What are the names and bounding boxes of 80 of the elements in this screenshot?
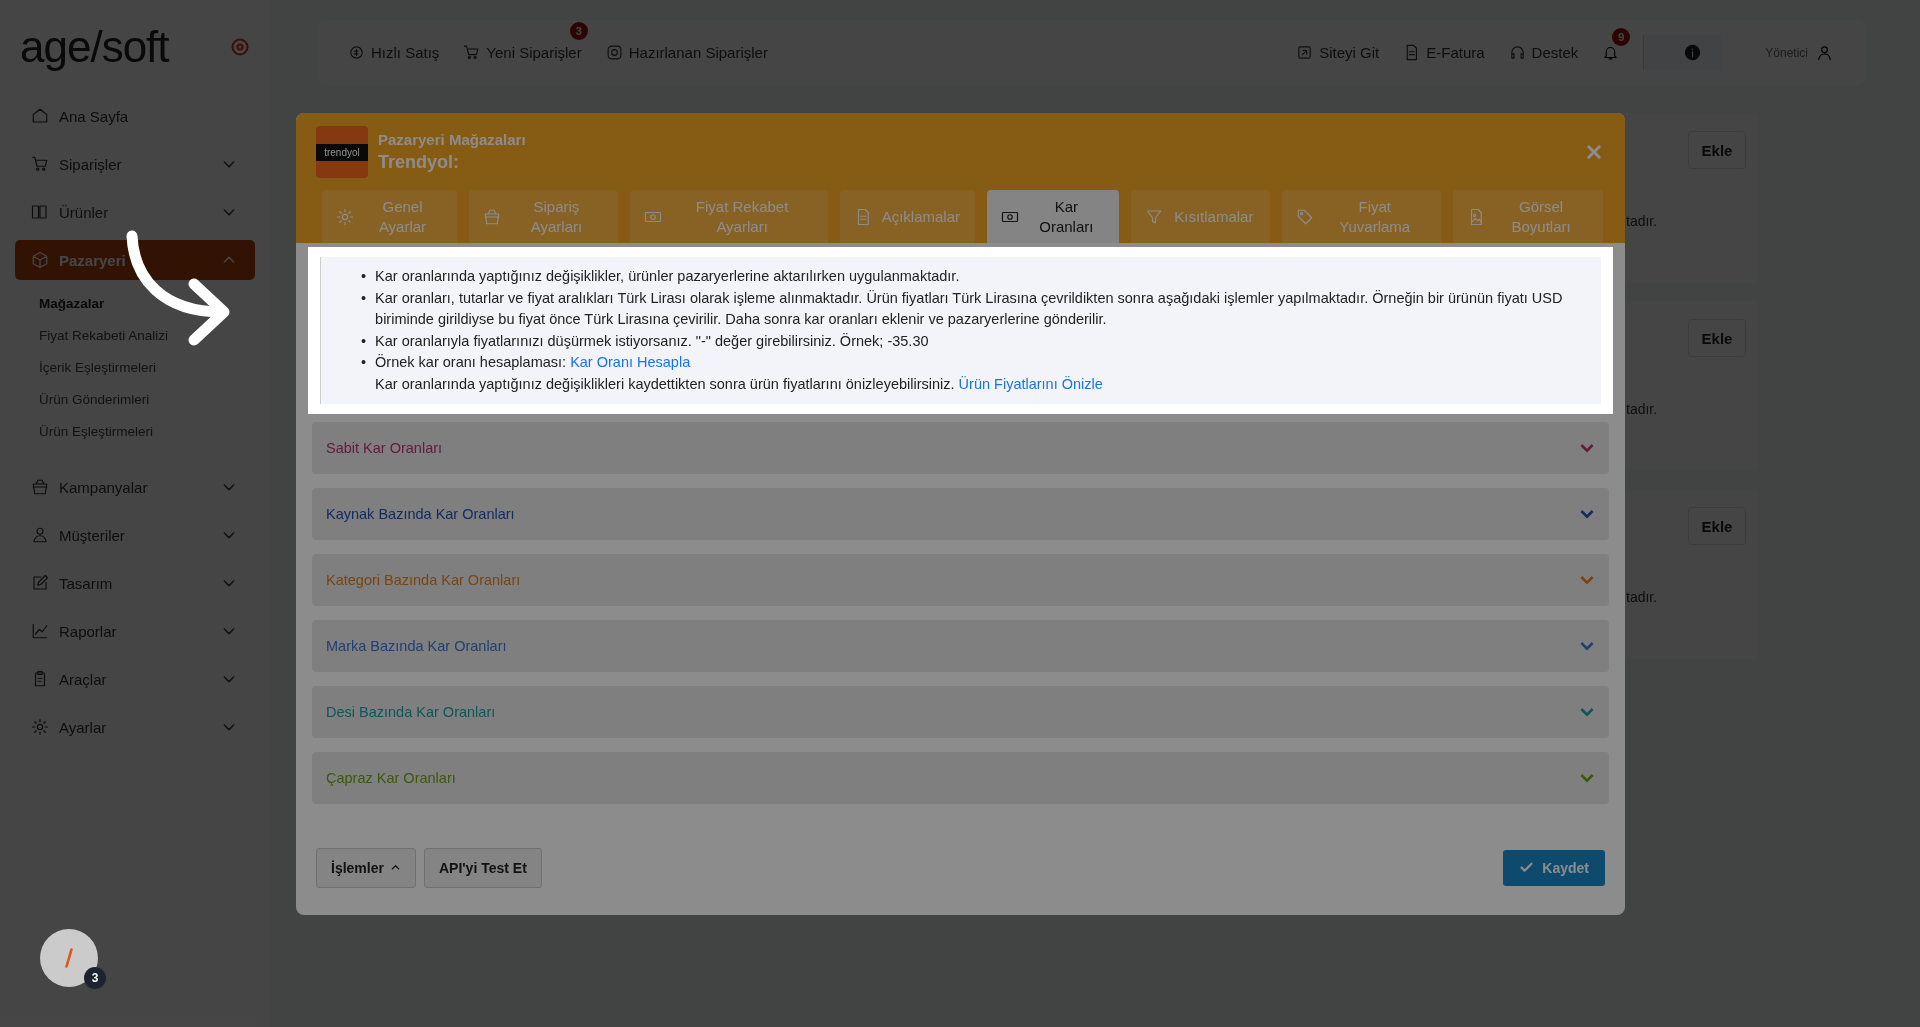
sidebar-item[interactable]: Ayarlar (15, 707, 255, 747)
logo-text: trendyol (316, 143, 368, 161)
add-button[interactable]: Ekle (1688, 131, 1746, 169)
section-title: Kategori Bazında Kar Oranları (326, 572, 521, 588)
section-title: Sabit Kar Oranları (326, 440, 443, 456)
count-badge: 3 (569, 22, 588, 40)
external-link-icon (1296, 44, 1314, 61)
check-icon (1519, 860, 1535, 875)
basket-icon (31, 478, 49, 496)
note-text: Kar oranlarında yaptığınız değişiklikler, ürünler pazaryerlerine aktarılırken uygulanmaktadır. (375, 267, 961, 286)
note-text: Kar oranlarıyla fiyatlarınızı düşürmek istiyorsanız. "-" değer girebilirsiniz. Örnek; -35.30 (375, 331, 930, 351)
book-icon (31, 203, 49, 221)
sidebar-item[interactable]: Araçlar (15, 659, 255, 699)
sidebar-item[interactable]: Siparişler (15, 144, 255, 184)
home-icon (31, 107, 49, 125)
bullet: • (361, 331, 367, 351)
save-button[interactable]: Kaydet (1503, 849, 1605, 886)
bullet: • (361, 288, 367, 308)
top-link[interactable]: Siteyi Git (1296, 44, 1380, 61)
chart-icon (31, 622, 49, 640)
section-title: Kaynak Bazında Kar Oranları (326, 506, 515, 522)
description-text: tadır. (1626, 401, 1658, 417)
accordion-header[interactable]: Kategori Bazında Kar Oranları (312, 554, 1609, 606)
coin-icon (348, 44, 365, 61)
camera-icon (605, 44, 623, 61)
section-title: Çapraz Kar Oranları (326, 770, 456, 786)
bullet: • (361, 267, 367, 286)
person-icon (31, 526, 49, 544)
caret-up-icon (389, 862, 401, 873)
accordion-header[interactable]: Marka Bazında Kar Oranları (312, 620, 1609, 672)
add-button[interactable]: Ekle (1688, 319, 1746, 357)
top-link[interactable]: Destek (1508, 44, 1579, 61)
submenu-item[interactable]: Mağazalar (39, 296, 255, 311)
bullet: • (361, 353, 367, 372)
gear-icon (336, 207, 354, 226)
note-text: Kar oranları, tutarlar ve fiyat aralıkları Türk Lirası olarak işleme alınmaktadır. Ürün fiyatları Türk Lirasına çevrildikten sonra aşağıdaki işlemler yapılmaktadır. Örneğin bir ürünün fiyatı USD biriminde girildiyse bu fiyat önce Türk Lirasına çevirilir. Daha sonra kar oranları eklenir ve pazaryerlerine gönderilir. (375, 288, 1564, 329)
box-icon (31, 251, 49, 269)
link[interactable]: Ürün Fiyatlarını Önizle (958, 375, 1103, 392)
note-text: Örnek kar oranı hesaplaması: Kar Oranı Hesapla (375, 353, 692, 372)
sidebar-item[interactable]: Ürünler (15, 192, 255, 232)
description-text: tadır. (1626, 213, 1658, 229)
headset-icon (1508, 44, 1526, 61)
count-badge: 9 (1612, 28, 1631, 46)
section-title: Desi Bazında Kar Oranları (326, 704, 496, 720)
cart-icon (463, 44, 481, 61)
note-text: Kar oranlarında yaptığınız değişiklikleri kaydettikten sonra ürün fiyatlarını önizleyebilirsiniz. Ürün Fiyatlarını Önizle (375, 374, 1104, 394)
sidebar-item[interactable]: Kampanyalar (15, 467, 255, 507)
accordion-header[interactable]: Sabit Kar Oranları (312, 422, 1609, 474)
tag-icon (1296, 207, 1315, 226)
cart-icon (31, 155, 49, 173)
pencil-icon (31, 574, 49, 592)
top-link[interactable]: Hazırlanan Siparişler (605, 44, 768, 61)
sidebar-item[interactable]: Müşteriler (15, 515, 255, 555)
modal-title: Pazaryeri Mağazaları (378, 131, 527, 148)
sidebar-item[interactable]: Ana Sayfa (15, 96, 255, 136)
logo[interactable]: age/soft (20, 22, 169, 72)
modal-subtitle: Trendyol: (378, 152, 460, 173)
link[interactable]: Kar Oranı Hesapla (570, 354, 691, 370)
sidebar-item[interactable]: Pazaryeri (15, 240, 255, 280)
bell-icon[interactable] (1602, 44, 1620, 61)
sidebar-item[interactable]: Raporlar (15, 611, 255, 651)
slash-icon (65, 948, 73, 968)
top-link[interactable]: E-Fatura (1403, 44, 1485, 61)
gear-icon (31, 718, 49, 736)
target-icon[interactable] (230, 37, 250, 57)
accordion-header[interactable]: Çapraz Kar Oranları (312, 752, 1609, 804)
add-button[interactable]: Ekle (1688, 507, 1746, 545)
actions-button[interactable]: İşlemler (316, 847, 416, 888)
accordion-header[interactable]: Kaynak Bazında Kar Oranları (312, 488, 1609, 540)
filter-icon (1145, 207, 1164, 226)
top-link[interactable]: Hızlı Satış (348, 44, 440, 61)
tab[interactable]: Kar Oranları (987, 190, 1120, 243)
accordion-header[interactable]: Desi Bazında Kar Oranları (312, 686, 1609, 738)
basket-icon (483, 207, 501, 226)
description-text: tadır. (1626, 589, 1658, 605)
section-title: Marka Bazında Kar Oranları (326, 638, 507, 654)
sidebar-item[interactable]: Tasarım (15, 563, 255, 603)
test-api-button[interactable]: API'yi Test Et (423, 847, 542, 888)
close-icon[interactable] (1585, 143, 1603, 161)
user-icon (1816, 44, 1833, 61)
